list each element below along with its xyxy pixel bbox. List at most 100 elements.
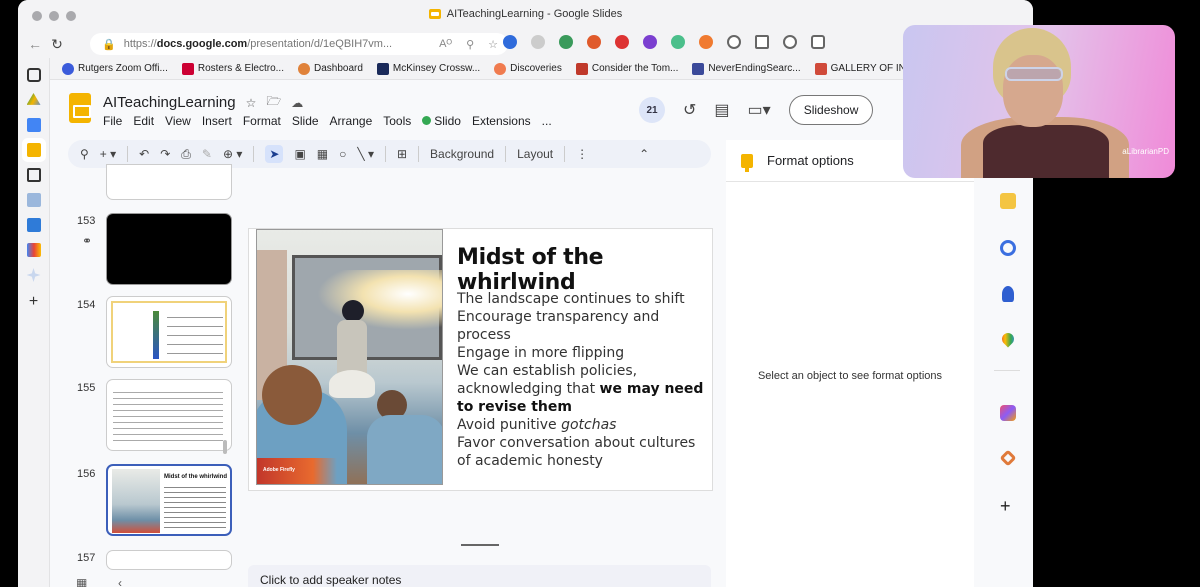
extensions-puzzle-icon[interactable] [727, 35, 741, 49]
extension-icon[interactable] [531, 35, 545, 49]
extension-icon[interactable] [503, 35, 517, 49]
menu-view[interactable]: View [165, 114, 191, 128]
text-box-icon[interactable]: ▣ [294, 147, 305, 161]
extension-icon[interactable] [699, 35, 713, 49]
print-icon[interactable]: ⎙ [181, 147, 191, 162]
reload-icon[interactable]: ↻ [46, 36, 68, 53]
favorite-star-icon[interactable]: ☆ [488, 38, 498, 51]
star-icon[interactable]: ☆ [246, 96, 257, 110]
slideshow-button[interactable]: Slideshow [788, 95, 874, 125]
menu-slido[interactable]: Slido [422, 114, 461, 128]
collapse-filmstrip-icon[interactable]: ‹ [118, 576, 122, 587]
outlook-icon[interactable] [26, 193, 41, 207]
select-pointer-icon[interactable]: ➤ [265, 145, 284, 163]
schoology-icon[interactable] [26, 218, 41, 232]
collaborators-badge[interactable]: 21 [639, 97, 665, 123]
comments-icon[interactable]: ▤ [714, 100, 729, 120]
back-icon[interactable]: ← [24, 36, 46, 52]
slide-thumbnail[interactable] [106, 550, 232, 570]
bookmark[interactable]: Discoveries [494, 62, 562, 75]
menu-more[interactable]: ... [542, 114, 552, 128]
add-addon-icon[interactable]: + [1000, 496, 1011, 517]
sparkle-icon[interactable] [26, 268, 41, 282]
zoom-icon[interactable]: ⊕ ▾ [223, 147, 242, 161]
slides-logo[interactable] [69, 93, 91, 123]
slide-canvas[interactable]: Adobe Firefly Midst of the whirlwind The… [248, 228, 713, 491]
megaphone-extension-icon[interactable] [587, 35, 601, 49]
bullet-line: Encourage transparency and process [457, 309, 660, 343]
background-button[interactable]: Background [430, 147, 494, 161]
redo-icon[interactable]: ↷ [160, 147, 170, 161]
printer-extension-icon[interactable] [559, 35, 573, 49]
bookmark[interactable]: McKinsey Crossw... [376, 62, 480, 75]
slide-title[interactable]: Midst of the whirlwind [457, 245, 712, 295]
zoom-icon[interactable]: ⚲ [466, 38, 474, 51]
cloud-saved-icon[interactable]: ☁ [291, 96, 303, 110]
new-slide-icon[interactable]: + ▾ [100, 147, 116, 161]
slide-thumbnail[interactable] [106, 379, 232, 451]
maps-icon[interactable] [999, 330, 1017, 348]
bookmark[interactable]: Dashboard [297, 62, 363, 75]
gmail-icon[interactable] [26, 243, 41, 257]
menu-insert[interactable]: Insert [202, 114, 232, 128]
favorites-icon[interactable] [783, 35, 797, 49]
contacts-icon[interactable] [1002, 286, 1014, 302]
collapse-toolbar-icon[interactable]: ⌃ [639, 147, 649, 161]
bullet-line: Avoid punitive gotchas [457, 416, 707, 434]
grid-view-icon[interactable]: ▦ [76, 576, 87, 587]
comment-add-icon[interactable]: ⊞ [397, 147, 407, 161]
image-credit: Adobe Firefly [263, 467, 295, 473]
move-folder-icon[interactable]: 🗁 [266, 92, 281, 113]
address-bar[interactable]: 🔒 https://docs.google.com/presentation/d… [90, 33, 508, 55]
document-title[interactable]: AITeachingLearning [103, 94, 236, 111]
split-screen-icon[interactable] [755, 35, 769, 49]
slide-body[interactable]: The landscape continues to shift Encoura… [457, 290, 707, 470]
slide-thumbnail-selected[interactable]: Midst of the whirlwind [106, 464, 232, 536]
collections-icon[interactable] [811, 35, 825, 49]
office-icon[interactable] [999, 449, 1017, 467]
bookmark[interactable]: Rosters & Electro... [181, 62, 284, 75]
tasks-icon[interactable] [1000, 240, 1016, 256]
record-extension-icon[interactable] [615, 35, 629, 49]
bookmark[interactable]: Rutgers Zoom Offi... [62, 62, 168, 75]
bookmark[interactable]: NeverEndingSearc... [692, 62, 801, 75]
menu-slide[interactable]: Slide [292, 114, 319, 128]
shape-icon[interactable]: ○ [339, 147, 346, 161]
menu-arrange[interactable]: Arrange [330, 114, 373, 128]
menu-slido-label: Slido [434, 114, 461, 128]
slide-thumbnail[interactable] [106, 213, 232, 285]
slide-illustration[interactable]: Adobe Firefly [256, 229, 443, 485]
google-docs-icon[interactable] [26, 118, 41, 132]
slide-thumbnail[interactable] [106, 296, 232, 368]
menu-extensions[interactable]: Extensions [472, 114, 531, 128]
google-slides-icon[interactable] [26, 143, 41, 157]
filmstrip-scrollbar[interactable] [223, 440, 227, 454]
layout-button[interactable]: Layout [517, 147, 553, 161]
tab-actions-icon[interactable] [26, 68, 41, 82]
menu-edit[interactable]: Edit [133, 114, 154, 128]
collections-icon[interactable] [26, 168, 41, 182]
notes-resize-handle[interactable] [461, 544, 499, 546]
extension-icon[interactable] [671, 35, 685, 49]
version-history-icon[interactable]: ↺ [683, 100, 696, 120]
google-drive-icon[interactable] [26, 93, 41, 105]
paint-format-icon[interactable]: ✎ [202, 147, 212, 161]
bookmark[interactable]: Consider the Tom... [575, 62, 678, 75]
meet-camera-icon[interactable]: ▭▾ [748, 100, 771, 120]
keep-icon[interactable] [1000, 193, 1016, 209]
extensions-bar [503, 35, 825, 49]
extension-icon[interactable] [643, 35, 657, 49]
line-icon[interactable]: ╲ ▾ [357, 147, 374, 161]
slide-thumbnail[interactable] [106, 164, 232, 200]
speaker-notes[interactable]: Click to add speaker notes [248, 565, 711, 587]
more-options-icon[interactable]: ⋮ [576, 147, 588, 161]
undo-icon[interactable]: ↶ [139, 147, 149, 161]
search-menus-icon[interactable]: ⚲ [80, 147, 89, 161]
add-icon[interactable]: + [18, 293, 49, 311]
creative-cloud-icon[interactable] [1000, 405, 1016, 421]
menu-format[interactable]: Format [243, 114, 281, 128]
read-aloud-icon[interactable]: Aᴼ [439, 38, 452, 51]
menu-file[interactable]: File [103, 114, 122, 128]
insert-image-icon[interactable]: ▦ [317, 147, 328, 161]
menu-tools[interactable]: Tools [383, 114, 411, 128]
